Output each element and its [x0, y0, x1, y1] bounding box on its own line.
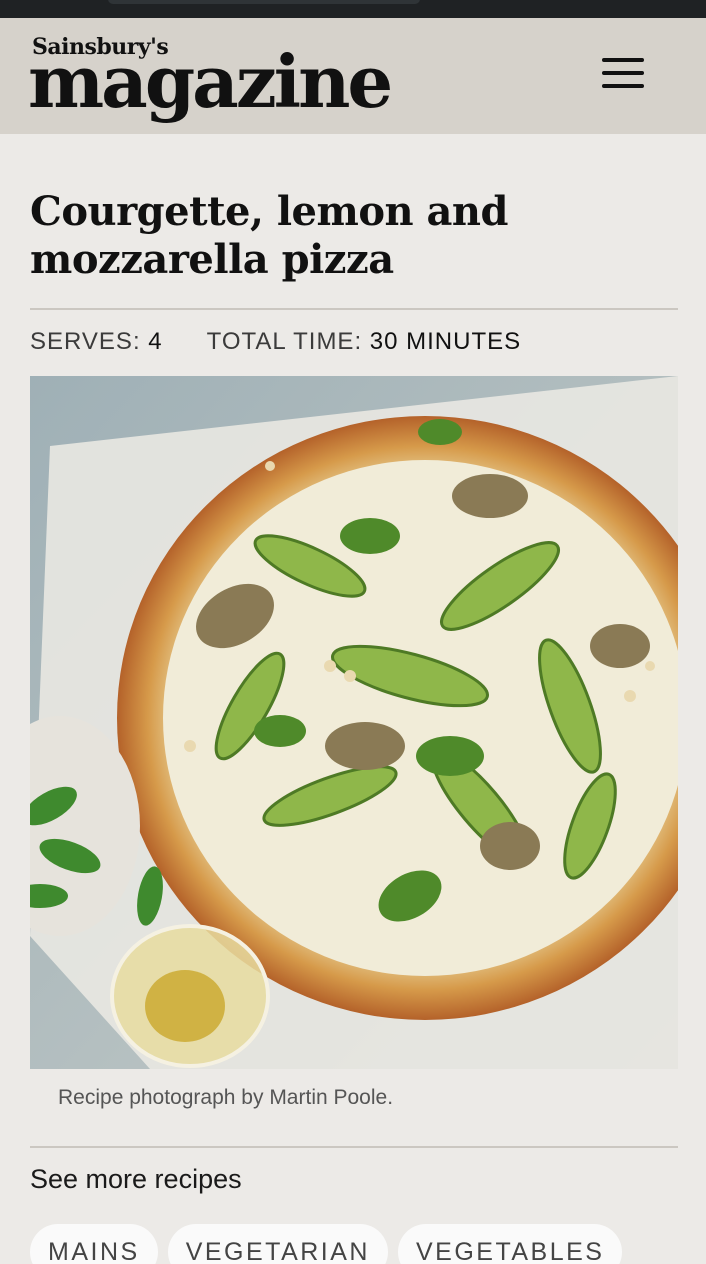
- address-bar-pill: [108, 0, 420, 4]
- tag-vegetarian[interactable]: VEGETARIAN: [167, 1224, 388, 1264]
- recipe-meta: SERVES: 4 TOTAL TIME: 30 MINUTES: [30, 328, 521, 356]
- recipe-photo: [30, 376, 678, 1069]
- recipe-title-line2: mozzarella pizza: [30, 236, 394, 283]
- serves-value: 4: [148, 328, 163, 355]
- menu-line-icon: [602, 58, 644, 62]
- see-more-heading: See more recipes: [30, 1164, 242, 1194]
- status-bar: [0, 0, 706, 18]
- serves-label: SERVES:: [30, 328, 141, 355]
- pizza-illustration: [30, 376, 678, 1069]
- time-value: 30 MINUTES: [369, 328, 522, 355]
- serves-info: SERVES: 4: [30, 328, 163, 356]
- site-header: Sainsbury's magazine: [0, 18, 706, 134]
- divider: [30, 308, 678, 310]
- menu-line-icon: [602, 84, 644, 88]
- photo-caption: Recipe photograph by Martin Poole.: [58, 1086, 394, 1109]
- logo-magazine[interactable]: magazine: [28, 46, 393, 118]
- hamburger-menu-button[interactable]: [596, 48, 650, 98]
- recipe-title-line1: Courgette, lemon and: [30, 188, 508, 235]
- recipe-title: Courgette, lemon and mozzarella pizza: [30, 188, 670, 284]
- menu-line-icon: [602, 71, 644, 75]
- time-info: TOTAL TIME: 30 MINUTES: [207, 328, 522, 356]
- time-label: TOTAL TIME:: [206, 328, 363, 355]
- tag-mains[interactable]: MAINS: [30, 1224, 158, 1264]
- recipe-tags: MAINS VEGETARIAN VEGETABLES: [30, 1224, 623, 1264]
- divider: [30, 1146, 678, 1148]
- tag-vegetables[interactable]: VEGETABLES: [397, 1224, 623, 1264]
